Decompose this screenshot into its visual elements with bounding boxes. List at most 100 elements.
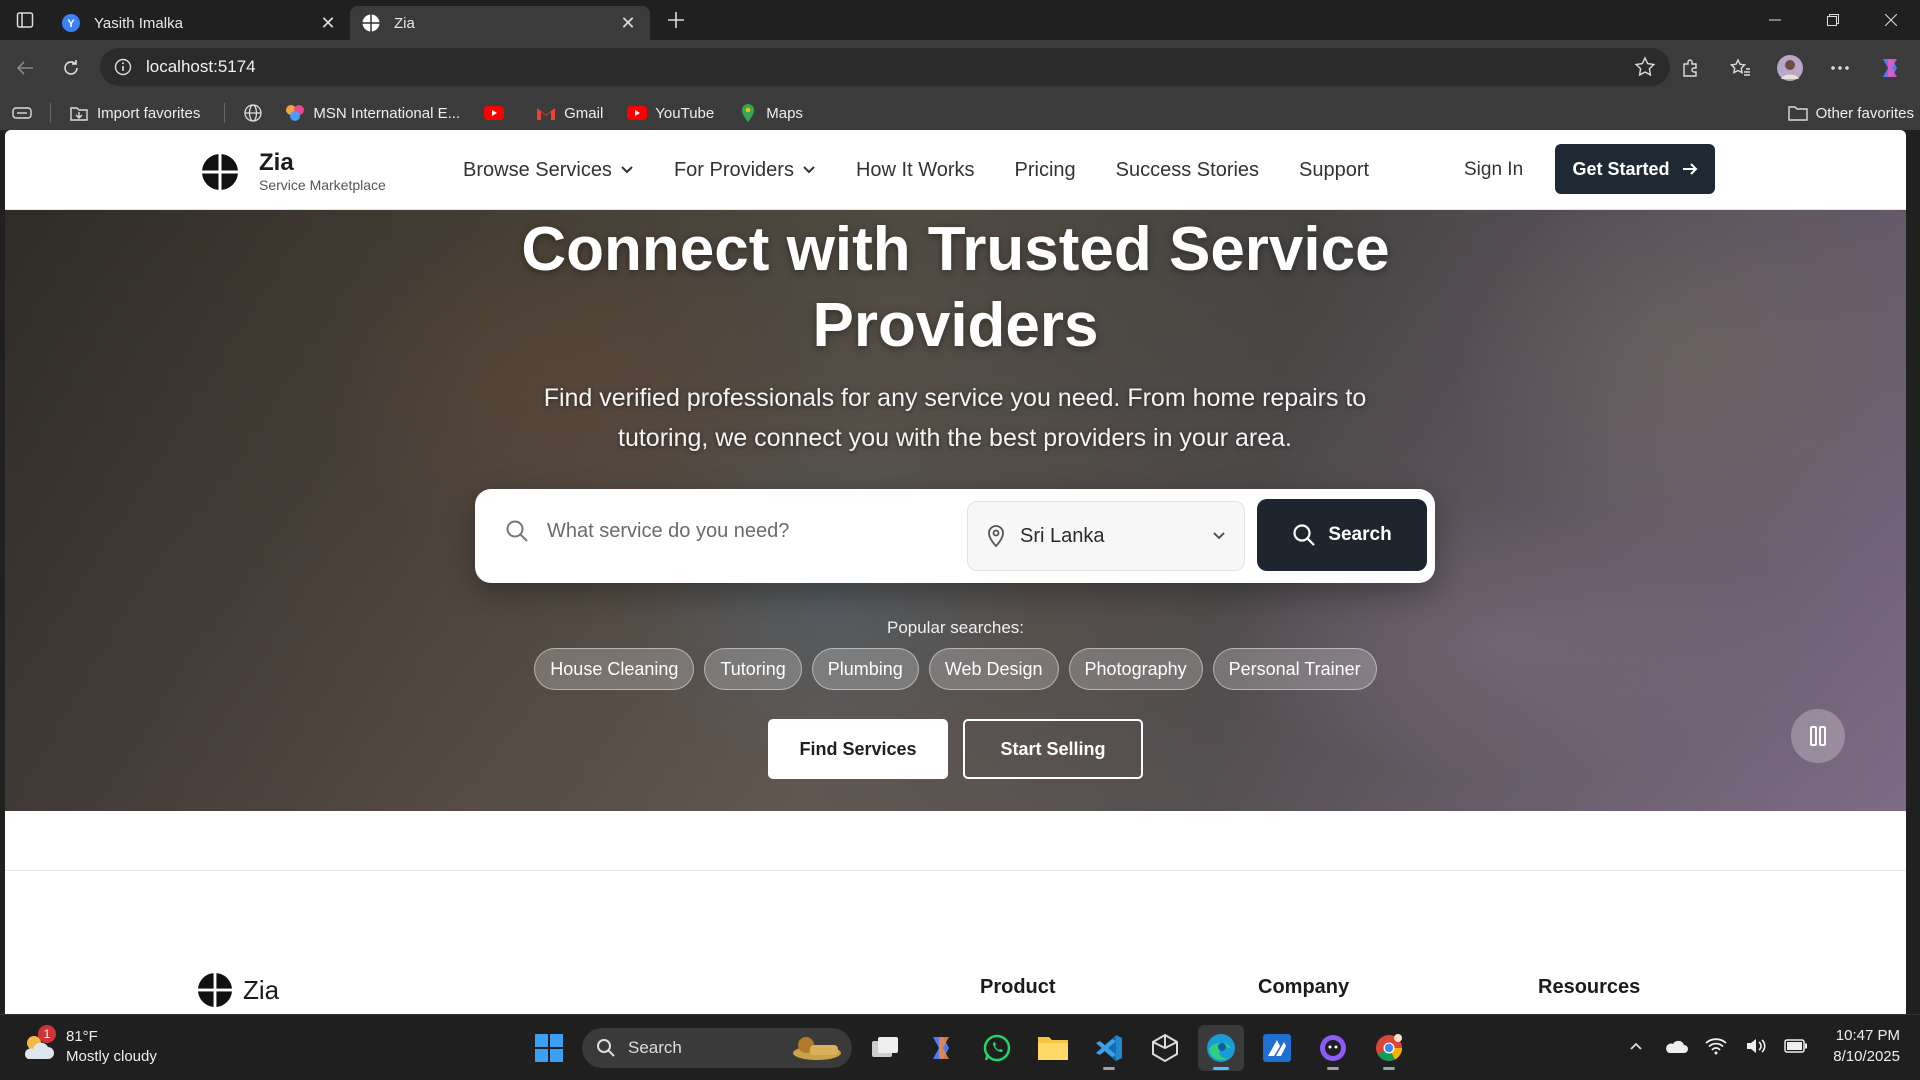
nav-browse-services[interactable]: Browse Services (463, 159, 634, 182)
file-explorer-app[interactable] (1030, 1025, 1076, 1071)
popular-chip[interactable]: Plumbing (811, 648, 919, 690)
window-controls (1746, 0, 1920, 40)
fav-import-favorites[interactable]: Import favorites (69, 104, 200, 122)
tab-actions-button[interactable] (0, 0, 50, 40)
service-search-field[interactable] (505, 519, 927, 543)
nav-for-providers[interactable]: For Providers (674, 159, 816, 182)
search-icon (1293, 524, 1316, 546)
weather-badge: 1 (38, 1025, 56, 1043)
clock-date: 8/10/2025 (1833, 1048, 1900, 1065)
edge-app[interactable] (1198, 1025, 1244, 1071)
footer-logo[interactable]: Zia (197, 972, 279, 1008)
url-text[interactable]: localhost:5174 (146, 57, 1634, 77)
browser-tab[interactable]: Y Yasith Imalka ✕ (50, 6, 350, 40)
favorites-list-icon (1729, 58, 1750, 76)
address-bar[interactable]: localhost:5174 (100, 48, 1670, 86)
volume-button[interactable] (1743, 1033, 1769, 1059)
wifi-button[interactable] (1703, 1033, 1729, 1059)
back-button[interactable] (2, 48, 48, 88)
start-button[interactable] (526, 1025, 572, 1071)
fav-youtube[interactable]: YouTube (627, 104, 714, 122)
browser-toolbar: localhost:5174 (0, 40, 1920, 96)
show-hidden-icons-button[interactable] (1623, 1033, 1649, 1059)
fav-youtube-shortcut[interactable] (484, 104, 512, 122)
github-desktop-app[interactable] (1310, 1025, 1356, 1071)
service-search-input[interactable] (547, 519, 927, 543)
tab-title: Zia (394, 14, 415, 32)
tab-close-icon[interactable]: ✕ (318, 13, 338, 33)
pause-icon (1810, 726, 1826, 746)
favorites-button[interactable] (1720, 48, 1760, 88)
hero-content: Connect with Trusted Service Providers F… (5, 210, 1906, 811)
nav-success-stories[interactable]: Success Stories (1116, 159, 1259, 182)
fav-maps[interactable]: Maps (738, 104, 803, 122)
folder-icon (1787, 104, 1808, 122)
popular-searches-label: Popular searches: (886, 618, 1025, 637)
tab-actions-icon (16, 12, 34, 28)
taskbar-clock[interactable]: 10:47 PM 8/10/2025 (1833, 1025, 1900, 1067)
nav-pricing[interactable]: Pricing (1015, 159, 1076, 182)
fav-globe[interactable] (243, 104, 271, 122)
popular-chip[interactable]: Web Design (928, 648, 1059, 690)
more-options-button[interactable] (1820, 48, 1860, 88)
start-selling-button[interactable]: Start Selling (963, 719, 1143, 779)
extensions-button[interactable] (1670, 48, 1710, 88)
video-pause-button[interactable] (1791, 709, 1845, 763)
fav-label: Other favorites (1815, 104, 1914, 122)
location-select[interactable]: Sri Lanka (967, 501, 1245, 571)
search-button[interactable]: Search (1257, 499, 1427, 571)
find-services-button[interactable]: Find Services (768, 719, 948, 779)
site-header: Zia Service Marketplace Browse Services … (5, 130, 1906, 210)
get-started-button[interactable]: Get Started (1555, 144, 1715, 194)
brand-name: Zia (259, 149, 294, 176)
popular-chip[interactable]: House Cleaning (534, 648, 695, 690)
unity-app[interactable] (1142, 1025, 1188, 1071)
battery-button[interactable] (1783, 1033, 1809, 1059)
sign-in-link[interactable]: Sign In (1464, 159, 1523, 181)
fav-other-favorites[interactable]: Other favorites (1787, 104, 1914, 122)
whatsapp-app[interactable] (974, 1025, 1020, 1071)
site-info-icon[interactable] (114, 58, 132, 76)
chevron-down-icon (621, 166, 633, 174)
hero-cta-row: Find Services Start Selling (5, 719, 1906, 779)
tab-close-icon[interactable]: ✕ (618, 13, 638, 33)
site-logo[interactable]: Zia Service Marketplace (201, 150, 386, 194)
popular-chip[interactable]: Photography (1068, 648, 1203, 690)
refresh-icon (64, 60, 78, 75)
azure-data-studio-app[interactable] (1254, 1025, 1300, 1071)
close-icon (1885, 14, 1897, 26)
svg-text:Y: Y (67, 18, 75, 30)
chart-app-icon (1263, 1034, 1291, 1062)
popular-chip[interactable]: Tutoring (704, 648, 802, 690)
restore-button[interactable] (1804, 0, 1862, 40)
close-window-button[interactable] (1862, 0, 1920, 40)
chrome-icon (1376, 1034, 1402, 1061)
task-view-button[interactable] (862, 1025, 908, 1071)
gmail-icon (536, 104, 556, 122)
nav-support[interactable]: Support (1299, 159, 1369, 182)
popular-searches: House Cleaning Tutoring Plumbing Web Des… (5, 648, 1906, 690)
page-viewport: Zia Service Marketplace Browse Services … (5, 130, 1906, 1014)
refresh-button[interactable] (48, 48, 94, 88)
minimize-icon (1769, 19, 1781, 21)
favorites-bar-toggle[interactable] (12, 105, 32, 121)
copilot-button[interactable] (1870, 48, 1910, 88)
copilot-app[interactable] (918, 1025, 964, 1071)
vscode-app[interactable] (1086, 1025, 1132, 1071)
popular-chip[interactable]: Personal Trainer (1212, 648, 1377, 690)
reading-mode-icon (12, 107, 32, 119)
chrome-app[interactable] (1366, 1025, 1412, 1071)
favorite-star-icon[interactable] (1634, 56, 1656, 78)
minimize-button[interactable] (1746, 0, 1804, 40)
section-divider (5, 870, 1906, 871)
copilot-icon (1883, 59, 1897, 77)
browser-tab-active[interactable]: Zia ✕ (350, 6, 650, 40)
new-tab-button[interactable] (656, 0, 696, 40)
taskbar-search[interactable]: Search (582, 1028, 852, 1068)
onedrive-button[interactable] (1663, 1033, 1689, 1059)
profile-button[interactable] (1770, 48, 1810, 88)
nav-how-it-works[interactable]: How It Works (856, 159, 975, 182)
fav-msn[interactable]: MSN International E... (285, 104, 460, 122)
fav-gmail[interactable]: Gmail (536, 104, 603, 122)
weather-widget[interactable]: 1 81°F Mostly cloudy (20, 1025, 157, 1067)
